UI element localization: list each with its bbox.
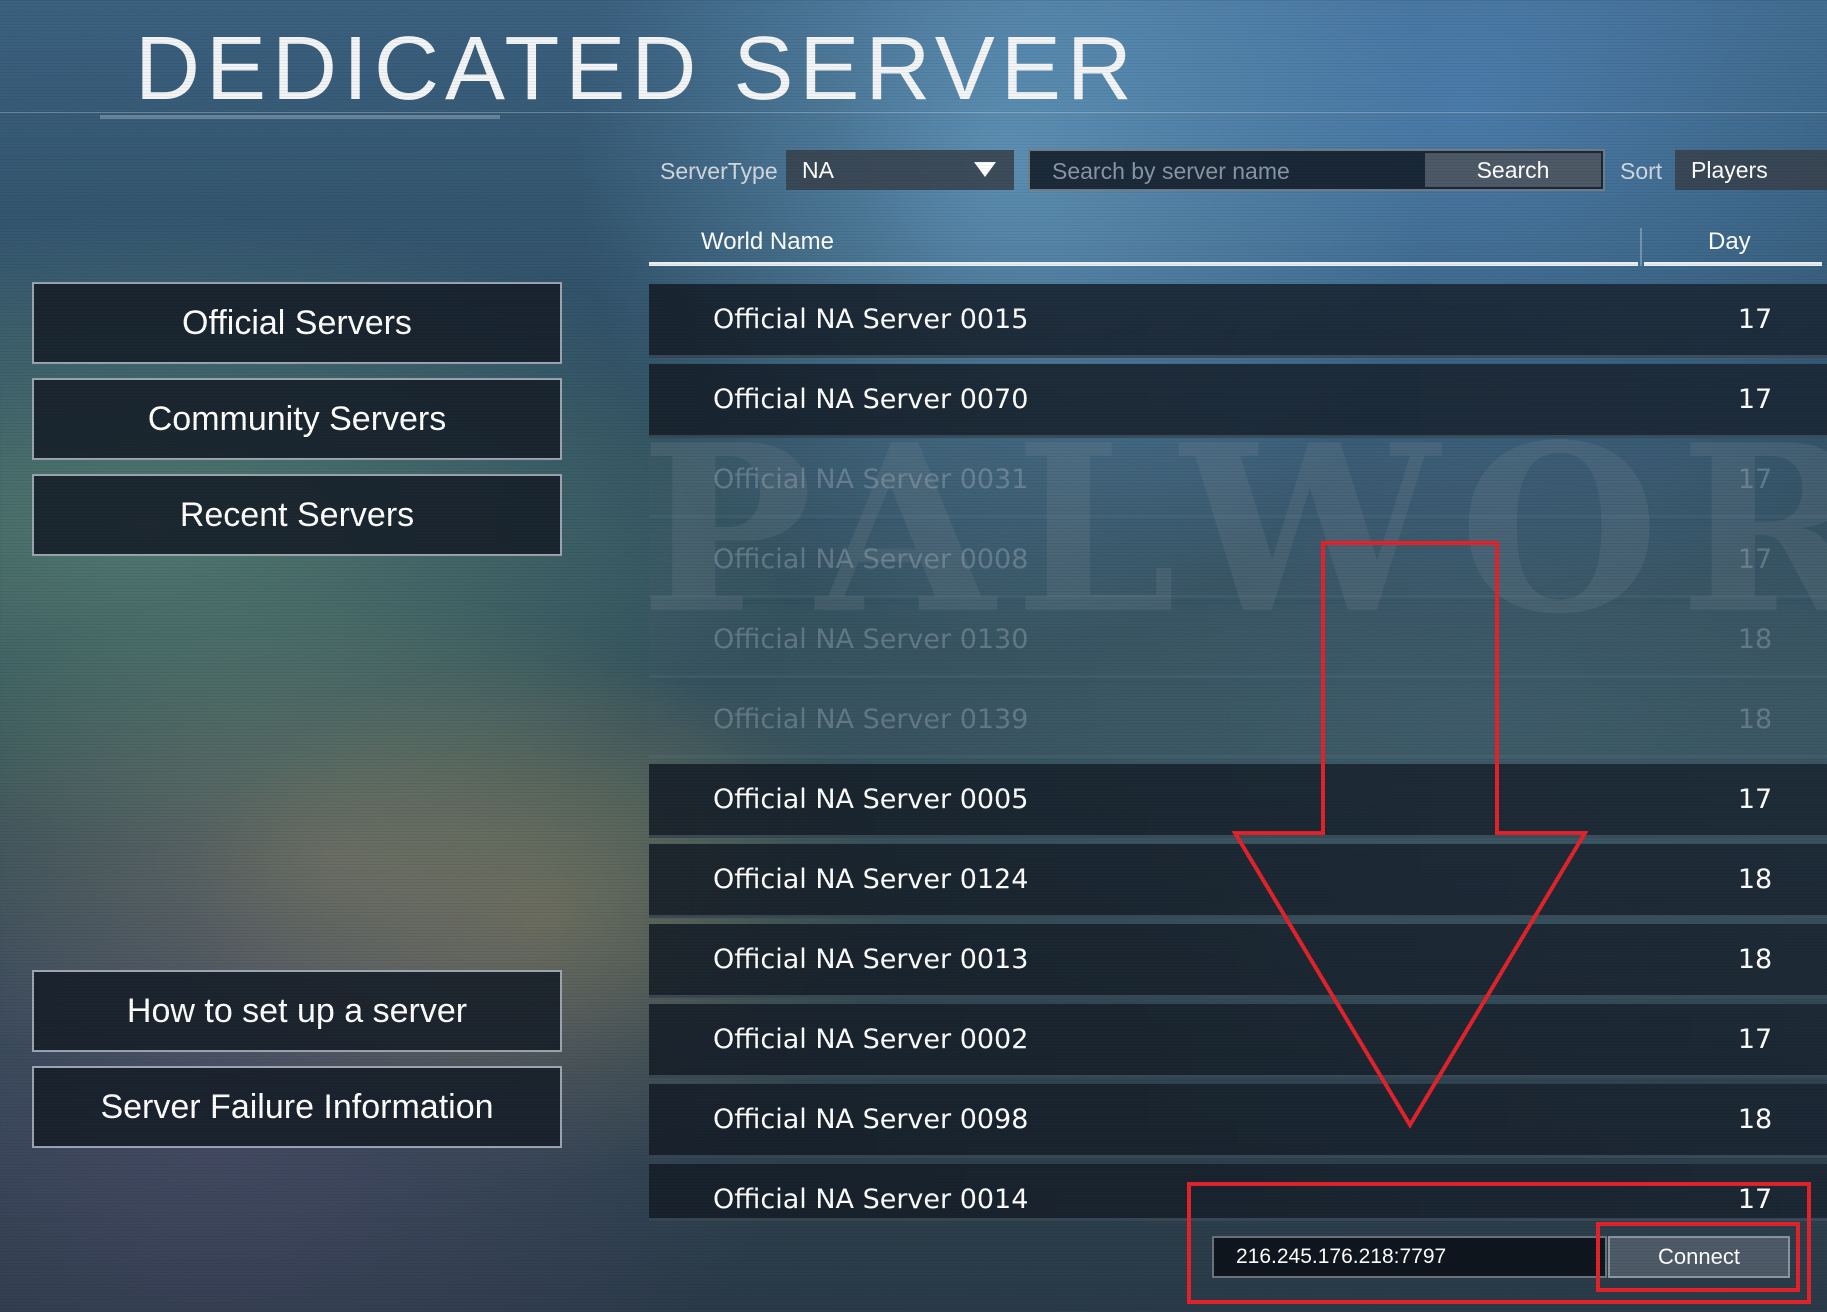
annotation-highlight-connect-button [1596, 1222, 1800, 1292]
annotation-arrow-icon [1231, 541, 1589, 1129]
